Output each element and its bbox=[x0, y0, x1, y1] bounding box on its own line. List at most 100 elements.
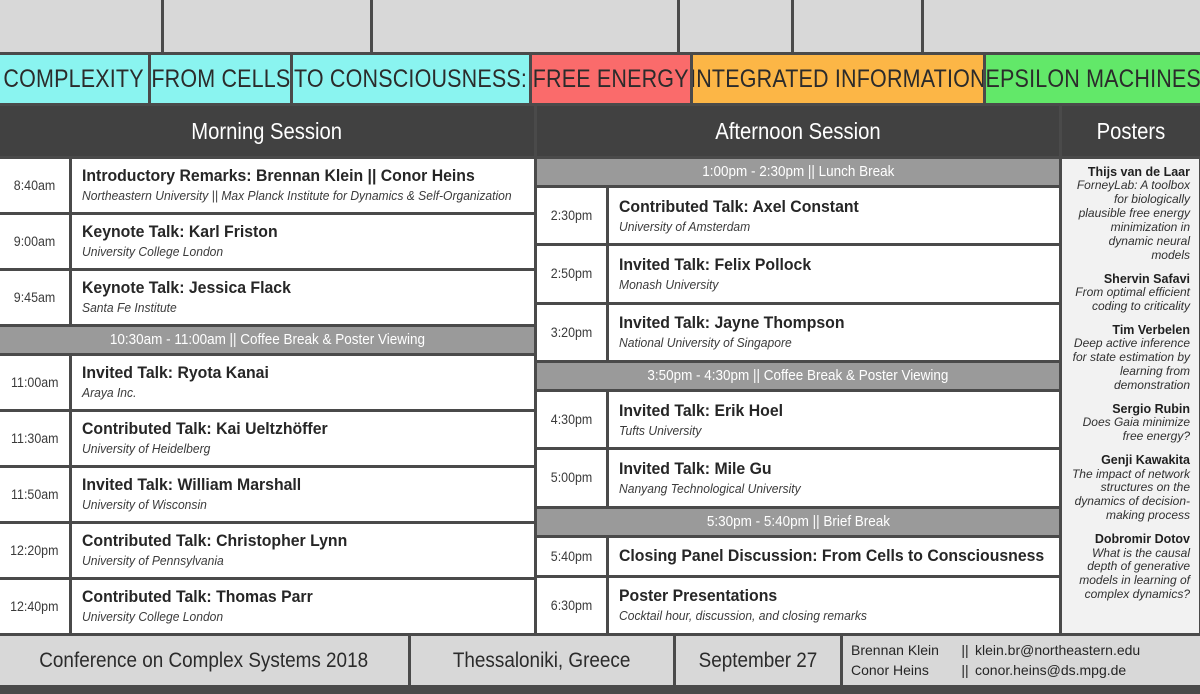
banner-tab-label: FROM CELLS bbox=[150, 64, 291, 93]
poster-title: From optimal efficient coding to critica… bbox=[1075, 285, 1190, 314]
session-affiliation: University of Wisconsin bbox=[82, 497, 207, 513]
poster-title: ForneyLab: A toolbox for biologically pl… bbox=[1076, 178, 1190, 262]
top-strip-cell bbox=[924, 0, 1200, 52]
time-cell: 11:00am bbox=[0, 356, 69, 409]
session-title: Poster Presentations bbox=[619, 586, 778, 606]
schedule-row: 2:50pm Invited Talk: Felix Pollock Monas… bbox=[537, 246, 1059, 302]
break-row-lunch: 1:00pm - 2:30pm || Lunch Break bbox=[537, 159, 1059, 185]
session-affiliation: Tufts University bbox=[619, 422, 702, 438]
poster-title: Deep active inference for state estimati… bbox=[1072, 336, 1190, 393]
session-title: Closing Panel Discussion: From Cells to … bbox=[619, 546, 1045, 566]
poster-title: The impact of network structures on the … bbox=[1071, 466, 1190, 523]
contact-email[interactable]: conor.heins@ds.mpg.de bbox=[975, 661, 1192, 681]
contact-email[interactable]: klein.br@northeastern.edu bbox=[975, 641, 1192, 661]
banner-tab-complexity: COMPLEXITY bbox=[0, 55, 148, 103]
poster-author: Genji Kawakita bbox=[1101, 453, 1190, 468]
session-info-cell: Keynote Talk: Karl Friston University Co… bbox=[72, 215, 534, 268]
session-info-cell: Contributed Talk: Thomas Parr University… bbox=[72, 580, 534, 633]
schedule-row: 11:30am Contributed Talk: Kai Ueltzhöffe… bbox=[0, 412, 534, 465]
session-affiliation: University College London bbox=[82, 244, 224, 260]
time-label: 11:30am bbox=[10, 431, 59, 446]
break-label: 1:00pm - 2:30pm || Lunch Break bbox=[701, 164, 895, 180]
morning-session-column: 8:40am Introductory Remarks: Brennan Kle… bbox=[0, 159, 534, 633]
time-cell: 5:40pm bbox=[537, 537, 606, 575]
section-header-row: Morning Session Afternoon Session Poster… bbox=[0, 106, 1200, 156]
session-info-cell: Invited Talk: Felix Pollock Monash Unive… bbox=[609, 246, 1059, 302]
session-title: Keynote Talk: Karl Friston bbox=[82, 222, 278, 242]
top-strip bbox=[0, 0, 1200, 52]
session-title: Invited Talk: Jayne Thompson bbox=[619, 313, 845, 333]
session-affiliation: Cocktail hour, discussion, and closing r… bbox=[619, 608, 867, 624]
session-affiliation: University of Pennsylvania bbox=[82, 553, 224, 569]
time-label: 8:40am bbox=[13, 178, 56, 193]
session-info-cell: Invited Talk: Ryota Kanai Araya Inc. bbox=[72, 356, 534, 409]
banner-tab-integrated-information: INTEGRATED INFORMATION bbox=[693, 55, 983, 103]
time-cell: 6:30pm bbox=[537, 577, 606, 634]
session-affiliation: National University of Singapore bbox=[619, 335, 792, 351]
time-label: 9:00am bbox=[13, 234, 56, 249]
schedule-row: 6:30pm Poster Presentations Cocktail hou… bbox=[537, 577, 1059, 634]
session-title: Contributed Talk: Kai Ueltzhöffer bbox=[82, 419, 328, 439]
session-info-cell: Poster Presentations Cocktail hour, disc… bbox=[609, 577, 1059, 634]
schedule-row: 2:30pm Contributed Talk: Axel Constant U… bbox=[537, 188, 1059, 244]
schedule-row: 4:30pm Invited Talk: Erik Hoel Tufts Uni… bbox=[537, 391, 1059, 448]
session-title: Invited Talk: Felix Pollock bbox=[619, 254, 812, 274]
schedule-body: 8:40am Introductory Remarks: Brennan Kle… bbox=[0, 159, 1200, 634]
break-label: 5:30pm - 5:40pm || Brief Break bbox=[706, 513, 890, 530]
session-info-cell: Invited Talk: Jayne Thompson National Un… bbox=[609, 304, 1059, 360]
poster-author: Sergio Rubin bbox=[1112, 402, 1190, 416]
session-affiliation: University of Amsterdam bbox=[619, 218, 751, 234]
session-info-cell: Invited Talk: Mile Gu Nanyang Technologi… bbox=[609, 450, 1059, 506]
banner-tab-label: TO CONSCIOUSNESS: bbox=[294, 64, 528, 93]
banner-tab-label: FREE ENERGY bbox=[532, 64, 689, 93]
session-title: Contributed Talk: Thomas Parr bbox=[82, 587, 313, 607]
poster-entry: Thijs van de Laar ForneyLab: A toolbox f… bbox=[1068, 165, 1190, 263]
session-affiliation: Araya Inc. bbox=[82, 385, 137, 401]
poster-title: What is the causal depth of generative m… bbox=[1079, 545, 1190, 602]
title-banner: COMPLEXITY FROM CELLS TO CONSCIOUSNESS: … bbox=[0, 55, 1200, 103]
poster-title: Does Gaia minimize free energy? bbox=[1082, 415, 1190, 444]
schedule-row: 9:00am Keynote Talk: Karl Friston Univer… bbox=[0, 215, 534, 268]
session-title: Invited Talk: Ryota Kanai bbox=[82, 363, 269, 383]
time-cell: 8:40am bbox=[0, 159, 69, 212]
poster-entry: Tim Verbelen Deep active inference for s… bbox=[1068, 323, 1190, 393]
section-header-posters: Posters bbox=[1062, 106, 1200, 156]
time-cell: 11:50am bbox=[0, 468, 69, 521]
schedule-row: 5:00pm Invited Talk: Mile Gu Nanyang Tec… bbox=[537, 450, 1059, 506]
time-label: 5:00pm bbox=[550, 470, 593, 486]
section-header-label: Morning Session bbox=[191, 117, 343, 144]
session-affiliation: Monash University bbox=[619, 276, 719, 292]
footer-location: Thessaloniki, Greece bbox=[411, 636, 673, 685]
session-title: Invited Talk: William Marshall bbox=[82, 475, 302, 495]
time-cell: 5:00pm bbox=[537, 450, 606, 506]
top-strip-cell bbox=[373, 0, 677, 52]
poster-author: Shervin Safavi bbox=[1103, 271, 1190, 286]
schedule-row: 8:40am Introductory Remarks: Brennan Kle… bbox=[0, 159, 534, 212]
section-header-morning: Morning Session bbox=[0, 106, 534, 156]
section-header-afternoon: Afternoon Session bbox=[537, 106, 1059, 156]
conference-schedule-poster: COMPLEXITY FROM CELLS TO CONSCIOUSNESS: … bbox=[0, 0, 1200, 694]
time-label: 12:20pm bbox=[10, 543, 59, 558]
poster-author: Thijs van de Laar bbox=[1087, 165, 1190, 179]
poster-author: Dobromir Dotov bbox=[1094, 532, 1190, 547]
time-label: 2:50pm bbox=[550, 266, 593, 282]
banner-tab-label: INTEGRATED INFORMATION bbox=[693, 64, 983, 93]
time-cell: 2:30pm bbox=[537, 188, 606, 244]
time-cell: 12:40pm bbox=[0, 580, 69, 633]
time-label: 9:45am bbox=[13, 290, 56, 305]
session-affiliation: Nanyang Technological University bbox=[619, 480, 801, 496]
top-strip-cell bbox=[679, 0, 792, 52]
banner-tab-free-energy: FREE ENERGY bbox=[531, 55, 691, 103]
schedule-row: 12:40pm Contributed Talk: Thomas Parr Un… bbox=[0, 580, 534, 633]
time-cell: 11:30am bbox=[0, 412, 69, 465]
section-header-label: Afternoon Session bbox=[715, 117, 881, 144]
footer-contacts: Brennan Klein || klein.br@northeastern.e… bbox=[843, 636, 1200, 685]
session-affiliation: University College London bbox=[82, 609, 224, 625]
top-strip-cell bbox=[794, 0, 922, 52]
session-affiliation: Northeastern University || Max Planck In… bbox=[82, 188, 512, 204]
session-info-cell: Contributed Talk: Axel Constant Universi… bbox=[609, 188, 1059, 244]
time-cell: 3:20pm bbox=[537, 304, 606, 360]
posters-column: Thijs van de Laar ForneyLab: A toolbox f… bbox=[1062, 159, 1199, 633]
time-label: 6:30pm bbox=[550, 597, 593, 613]
session-title: Invited Talk: Mile Gu bbox=[619, 458, 772, 478]
